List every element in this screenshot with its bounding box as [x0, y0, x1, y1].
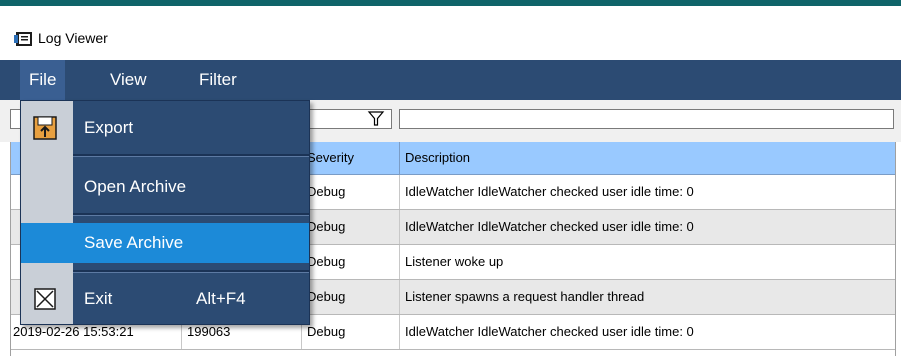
menu-separator	[73, 270, 309, 273]
window-title: Log Viewer	[38, 30, 108, 46]
menu-item-shortcut: Alt+F4	[196, 289, 246, 308]
menu-item-export[interactable]: Export	[21, 108, 309, 148]
close-box-icon	[34, 288, 56, 310]
menu-separator	[73, 213, 309, 216]
menu-item-exit[interactable]: Exit Alt+F4	[21, 279, 309, 319]
menu-file[interactable]: File	[20, 60, 66, 100]
menu-item-save-archive[interactable]: Save Archive	[21, 223, 309, 263]
menu-separator	[73, 154, 309, 157]
cell-description: IdleWatcher IdleWatcher checked user idl…	[399, 175, 895, 209]
filter-funnel-icon[interactable]	[367, 110, 385, 128]
cell-description: Listener spawns a request handler thread	[399, 280, 895, 314]
cell-severity: Debug	[301, 315, 399, 349]
title-bar: Log Viewer	[0, 6, 901, 60]
floppy-export-icon	[33, 116, 57, 140]
menu-bar: File View Filter	[0, 60, 901, 100]
menu-item-label: Open Archive	[84, 177, 187, 196]
menu-filter[interactable]: Filter	[190, 60, 246, 100]
cell-severity: Debug	[301, 210, 399, 244]
menu-item-label: Exit	[84, 289, 113, 308]
log-viewer-icon	[14, 32, 32, 46]
menu-item-open-archive[interactable]: Open Archive	[21, 167, 309, 207]
header-description[interactable]: Description	[399, 142, 895, 174]
cell-description: IdleWatcher IdleWatcher checked user idl…	[399, 210, 895, 244]
cell-severity: Debug	[301, 280, 399, 314]
menu-item-label: Save Archive	[84, 233, 184, 252]
menu-view[interactable]: View	[101, 60, 156, 100]
cell-description: IdleWatcher IdleWatcher checked user idl…	[399, 315, 895, 349]
cell-severity: Debug	[301, 175, 399, 209]
cell-description: Listener woke up	[399, 245, 895, 279]
menu-item-label: Export	[84, 118, 134, 137]
file-menu-dropdown: Export Open Archive Save Archive Exit Al…	[20, 100, 310, 325]
cell-severity: Debug	[301, 245, 399, 279]
filter-input-right[interactable]	[399, 109, 894, 129]
header-severity[interactable]: Severity	[301, 142, 399, 174]
